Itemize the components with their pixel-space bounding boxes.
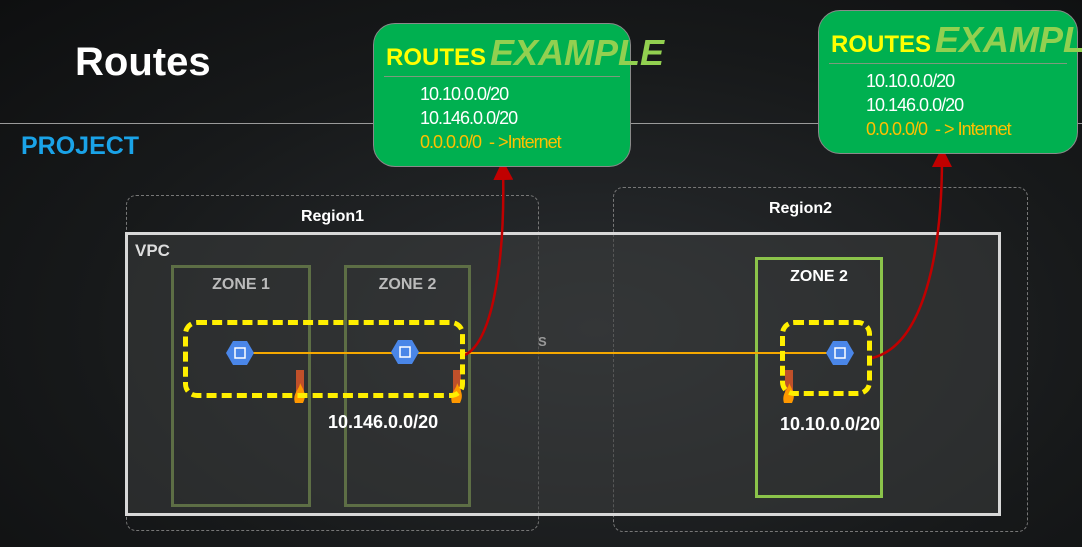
default-route: 0.0.0.0/0 - > Internet [866, 119, 1012, 139]
route-heading: ROUTES [831, 31, 932, 58]
route-table-region2: ROUTESEXAMPLE 10.10.0.0/20 10.146.0.0/20… [818, 10, 1082, 154]
route-subheading: EXAMPLE [935, 19, 1082, 60]
route-subheading: EXAMPLE [490, 32, 665, 73]
route-arrow-region2 [871, 147, 952, 360]
route-table-region1: ROUTES EXAMPLE 10.10.0.0/20 10.146.0.0/20… [373, 23, 664, 167]
subnet-boundary-region1 [183, 320, 465, 398]
default-route: 0.0.0.0/0 - >Internet [420, 132, 562, 152]
route-entry: 10.10.0.0/20 [866, 71, 955, 91]
route-heading: ROUTES [386, 44, 487, 71]
subnet-cidr-region1: 10.146.0.0/20 [328, 412, 439, 432]
route-arrow-region1 [464, 160, 514, 357]
route-entry: 10.146.0.0/20 [866, 95, 964, 115]
subnet-cidr-region2: 10.10.0.0/20 [780, 414, 881, 434]
route-entry: 10.10.0.0/20 [420, 84, 509, 104]
route-entry: 10.146.0.0/20 [420, 108, 518, 128]
subnet-boundary-region2 [780, 320, 872, 396]
